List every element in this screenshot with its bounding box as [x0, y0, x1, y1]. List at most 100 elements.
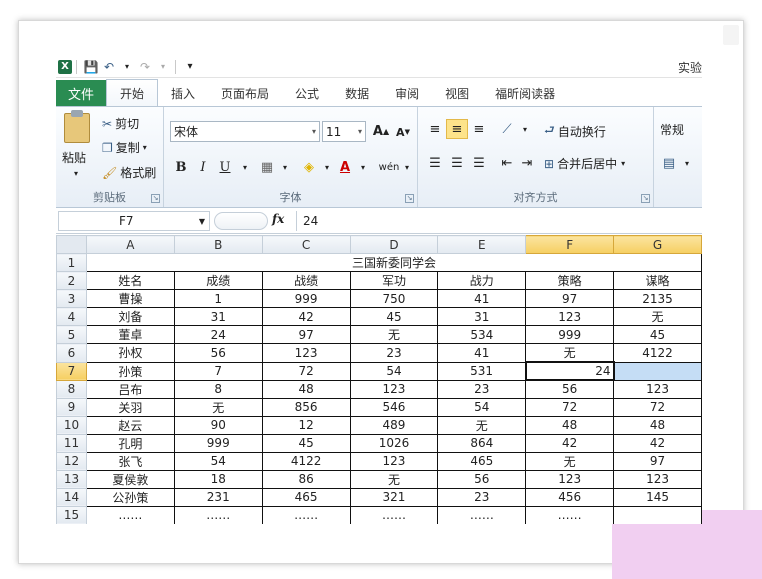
cell[interactable]: 465 — [437, 451, 527, 471]
cut-button[interactable]: ✂ 剪切 — [102, 115, 139, 132]
row-header[interactable]: 7 — [56, 361, 87, 381]
cell[interactable]: 24 — [173, 325, 263, 344]
cell[interactable]: 123 — [349, 451, 439, 471]
cell[interactable]: 97 — [261, 325, 351, 344]
cell[interactable]: 48 — [525, 415, 615, 435]
row-header[interactable]: 13 — [56, 469, 87, 489]
cell[interactable]: 42 — [525, 433, 615, 453]
cell[interactable]: 48 — [261, 379, 351, 399]
copy-button[interactable]: ❐ 复制 ▾ — [102, 139, 147, 156]
bold-button[interactable]: B — [170, 157, 192, 177]
redo-dropdown-icon[interactable]: ▾ — [155, 59, 171, 75]
row-header[interactable]: 10 — [56, 415, 87, 435]
cell[interactable]: 72 — [525, 397, 615, 417]
cell[interactable]: 123 — [525, 307, 615, 326]
header-cell[interactable]: 战绩 — [261, 271, 351, 290]
undo-icon[interactable]: ↶ — [101, 59, 117, 75]
selected-cell[interactable] — [613, 361, 702, 381]
cell[interactable]: 8 — [173, 379, 263, 399]
cell[interactable]: 无 — [349, 325, 439, 344]
cell[interactable]: 4122 — [613, 343, 702, 363]
save-icon[interactable]: 💾 — [83, 59, 99, 75]
merge-dropdown-icon[interactable]: ▾ — [621, 159, 625, 168]
cell[interactable]: 123 — [613, 379, 702, 399]
cell[interactable]: 关羽 — [85, 397, 175, 417]
paste-button[interactable]: 粘贴 — [62, 149, 86, 166]
font-color-dropdown-icon[interactable]: ▾ — [352, 157, 374, 177]
cell[interactable]: 145 — [613, 487, 702, 507]
column-header-d[interactable]: D — [349, 235, 439, 254]
row-header[interactable]: 4 — [56, 307, 87, 326]
row-header[interactable]: 2 — [56, 271, 87, 290]
cell[interactable]: 41 — [437, 343, 527, 363]
cell[interactable]: 546 — [349, 397, 439, 417]
align-left-icon[interactable]: ☰ — [424, 153, 446, 173]
shrink-font-icon[interactable]: A ▼ — [392, 122, 414, 142]
wrap-text-button[interactable]: ⮐ 自动换行 — [544, 121, 606, 142]
header-cell[interactable]: 策略 — [525, 271, 615, 290]
cell[interactable]: …… — [349, 505, 439, 524]
cell[interactable]: 31 — [437, 307, 527, 326]
cell[interactable]: 7 — [173, 361, 263, 381]
cell[interactable]: 123 — [525, 469, 615, 489]
alignment-launcher-icon[interactable]: ↘ — [641, 194, 650, 203]
cell[interactable]: 56 — [173, 343, 263, 363]
cell[interactable]: 23 — [349, 343, 439, 363]
cell[interactable]: 31 — [173, 307, 263, 326]
decrease-indent-icon[interactable]: ⇤ — [496, 153, 518, 173]
cell[interactable]: 456 — [525, 487, 615, 507]
underline-button[interactable]: U — [214, 157, 236, 177]
row-header[interactable]: 1 — [56, 253, 87, 272]
row-header[interactable]: 3 — [56, 289, 87, 308]
font-name-select[interactable]: 宋体 ▾ — [170, 121, 320, 142]
paste-icon[interactable] — [64, 110, 90, 143]
cell[interactable]: 孔明 — [85, 433, 175, 453]
cell[interactable]: 12 — [261, 415, 351, 435]
cell[interactable]: 489 — [349, 415, 439, 435]
cell[interactable]: 54 — [349, 361, 439, 381]
cell[interactable]: 18 — [173, 469, 263, 489]
row-header[interactable]: 6 — [56, 343, 87, 363]
merge-center-button[interactable]: ⊞ 合并后居中 ▾ — [544, 155, 625, 172]
cell[interactable]: 123 — [349, 379, 439, 399]
cell[interactable]: 无 — [349, 469, 439, 489]
select-all-corner[interactable] — [56, 235, 87, 254]
italic-button[interactable]: I — [192, 157, 214, 177]
column-header-e[interactable]: E — [437, 235, 527, 254]
cell[interactable]: 56 — [525, 379, 615, 399]
row-header[interactable]: 12 — [56, 451, 87, 471]
cell[interactable]: 999 — [525, 325, 615, 344]
cell[interactable]: 无 — [173, 397, 263, 417]
cell[interactable]: 曹操 — [85, 289, 175, 308]
cell[interactable]: 张飞 — [85, 451, 175, 471]
cell[interactable] — [613, 505, 702, 524]
cell[interactable]: 孙策 — [85, 361, 175, 381]
tab-page-layout[interactable]: 页面布局 — [208, 80, 282, 106]
cell[interactable]: …… — [85, 505, 175, 524]
formula-input[interactable]: 24 — [296, 211, 700, 231]
insert-function-icon[interactable]: fx — [272, 212, 284, 226]
tab-file[interactable]: 文件 — [56, 80, 106, 106]
cell[interactable]: 吕布 — [85, 379, 175, 399]
row-header[interactable]: 8 — [56, 379, 87, 399]
accounting-dropdown-icon[interactable]: ▾ — [676, 153, 698, 173]
cell[interactable]: 48 — [613, 415, 702, 435]
column-header-a[interactable]: A — [85, 235, 175, 254]
tab-data[interactable]: 数据 — [332, 80, 382, 106]
cell[interactable]: 42 — [613, 433, 702, 453]
underline-dropdown-icon[interactable]: ▾ — [234, 157, 256, 177]
cell[interactable]: 90 — [173, 415, 263, 435]
tab-formulas[interactable]: 公式 — [282, 80, 332, 106]
cell[interactable]: 孙权 — [85, 343, 175, 363]
header-cell[interactable]: 姓名 — [85, 271, 175, 290]
cell[interactable]: 无 — [437, 415, 527, 435]
cell[interactable]: 无 — [525, 451, 615, 471]
cell[interactable]: 23 — [437, 379, 527, 399]
align-middle-icon[interactable]: ≡ — [446, 119, 468, 139]
grow-font-icon[interactable]: A ▲ — [370, 121, 392, 141]
column-header-b[interactable]: B — [173, 235, 263, 254]
orientation-dropdown-icon[interactable]: ▾ — [514, 119, 536, 139]
cell[interactable]: 赵云 — [85, 415, 175, 435]
cell[interactable]: 41 — [437, 289, 527, 308]
name-box[interactable]: F7 ▼ — [58, 211, 210, 231]
